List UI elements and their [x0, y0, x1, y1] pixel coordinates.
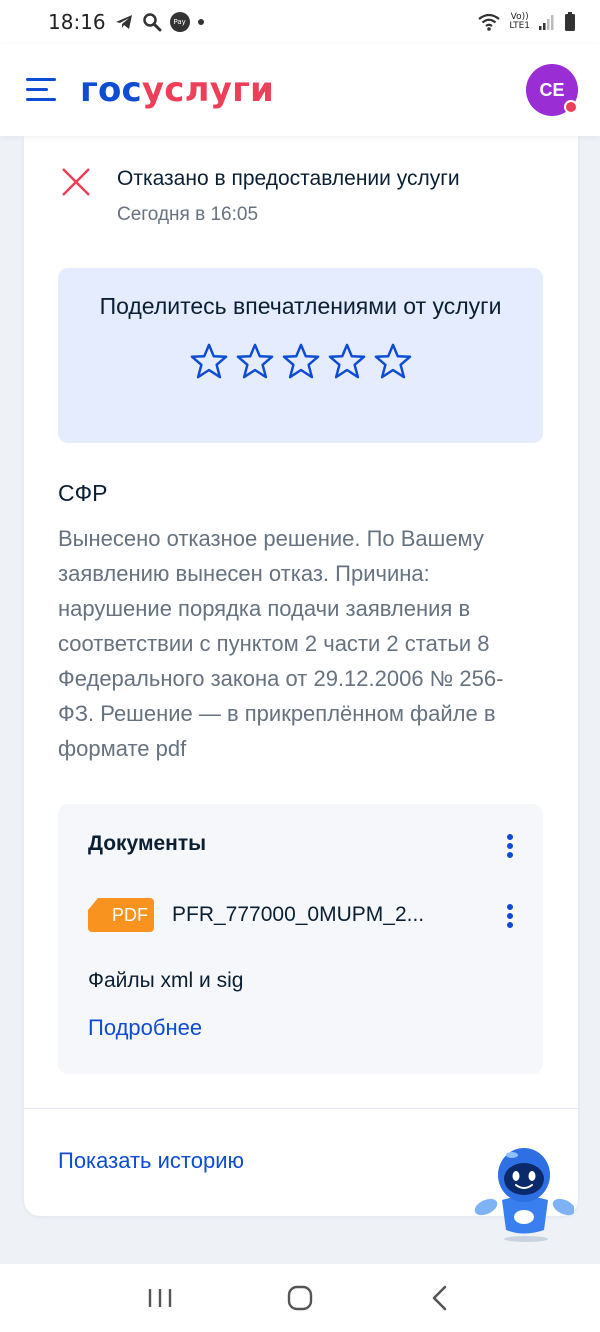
notification-dot-icon: [197, 19, 204, 25]
close-icon: [62, 168, 90, 196]
status-row: Отказано в предоставлении услуги Сегодня…: [60, 164, 460, 226]
home-icon: [287, 1285, 313, 1311]
battery-icon: [565, 12, 575, 31]
status-texts: Отказано в предоставлении услуги Сегодня…: [117, 164, 460, 226]
avatar[interactable]: CE: [526, 64, 578, 116]
file-row[interactable]: PDF PFR_777000_0MUPM_2...: [88, 898, 424, 932]
logo-part1: гос: [80, 70, 142, 110]
app-header: госуслуги CE: [0, 44, 600, 136]
notification-badge: [564, 100, 578, 114]
logo-part2: услуги: [141, 70, 275, 110]
status-time: 18:16: [48, 10, 106, 34]
pdf-file-icon: PDF: [88, 898, 154, 932]
star-icon[interactable]: [374, 342, 412, 380]
pay-icon: Pay: [169, 12, 190, 32]
volte-line2: LTE1: [509, 21, 530, 31]
decision-description: Вынесено отказное решение. По Вашему зая…: [58, 526, 504, 761]
show-history-link[interactable]: Показать историю: [58, 1148, 244, 1174]
documents-title: Документы: [88, 832, 207, 855]
gosuslugi-logo[interactable]: госуслуги: [80, 70, 274, 110]
star-icon[interactable]: [236, 342, 274, 380]
documents-block: Документы PDF PFR_777000_0MUPM_2... Файл…: [58, 804, 543, 1074]
files-xml-sig-label: Файлы xml и sig: [88, 969, 244, 992]
recent-apps-button[interactable]: [140, 1278, 180, 1318]
home-button[interactable]: [280, 1278, 320, 1318]
feedback-block: Поделитесь впечатлениями от услуги: [58, 268, 543, 443]
organization-name: СФР: [58, 480, 108, 506]
documents-more-icon[interactable]: [504, 834, 516, 862]
telegram-icon: [115, 15, 132, 29]
star-icon[interactable]: [282, 342, 320, 380]
avatar-initials: CE: [539, 79, 565, 100]
signal-icon: [539, 15, 554, 30]
wifi-icon: [478, 13, 500, 31]
status-timestamp: Сегодня в 16:05: [117, 204, 259, 225]
robot-assistant-icon[interactable]: [474, 1145, 574, 1245]
rating-stars: [58, 342, 543, 380]
star-icon[interactable]: [328, 342, 366, 380]
status-bar: 18:16 Pay Vo)) LTE1: [0, 0, 600, 44]
volte-indicator: Vo)) LTE1: [509, 13, 530, 31]
back-icon: [432, 1285, 447, 1311]
menu-icon[interactable]: [26, 78, 56, 102]
search-icon: [142, 13, 162, 32]
status-icons-right: Vo)) LTE1: [477, 12, 576, 32]
recent-apps-icon: [148, 1289, 172, 1307]
divider: [24, 1108, 578, 1109]
application-card: Отказано в предоставлении услуги Сегодня…: [24, 136, 578, 1216]
file-name[interactable]: PFR_777000_0MUPM_2...: [172, 903, 424, 927]
file-more-icon[interactable]: [504, 904, 516, 932]
status-icons-left: Pay: [114, 12, 204, 32]
more-details-link[interactable]: Подробнее: [88, 1015, 202, 1041]
star-icon[interactable]: [190, 342, 228, 380]
back-button[interactable]: [420, 1278, 460, 1318]
system-nav-bar: [0, 1264, 600, 1332]
feedback-prompt: Поделитесь впечатлениями от услуги: [99, 293, 502, 319]
status-title: Отказано в предоставлении услуги: [117, 167, 460, 190]
